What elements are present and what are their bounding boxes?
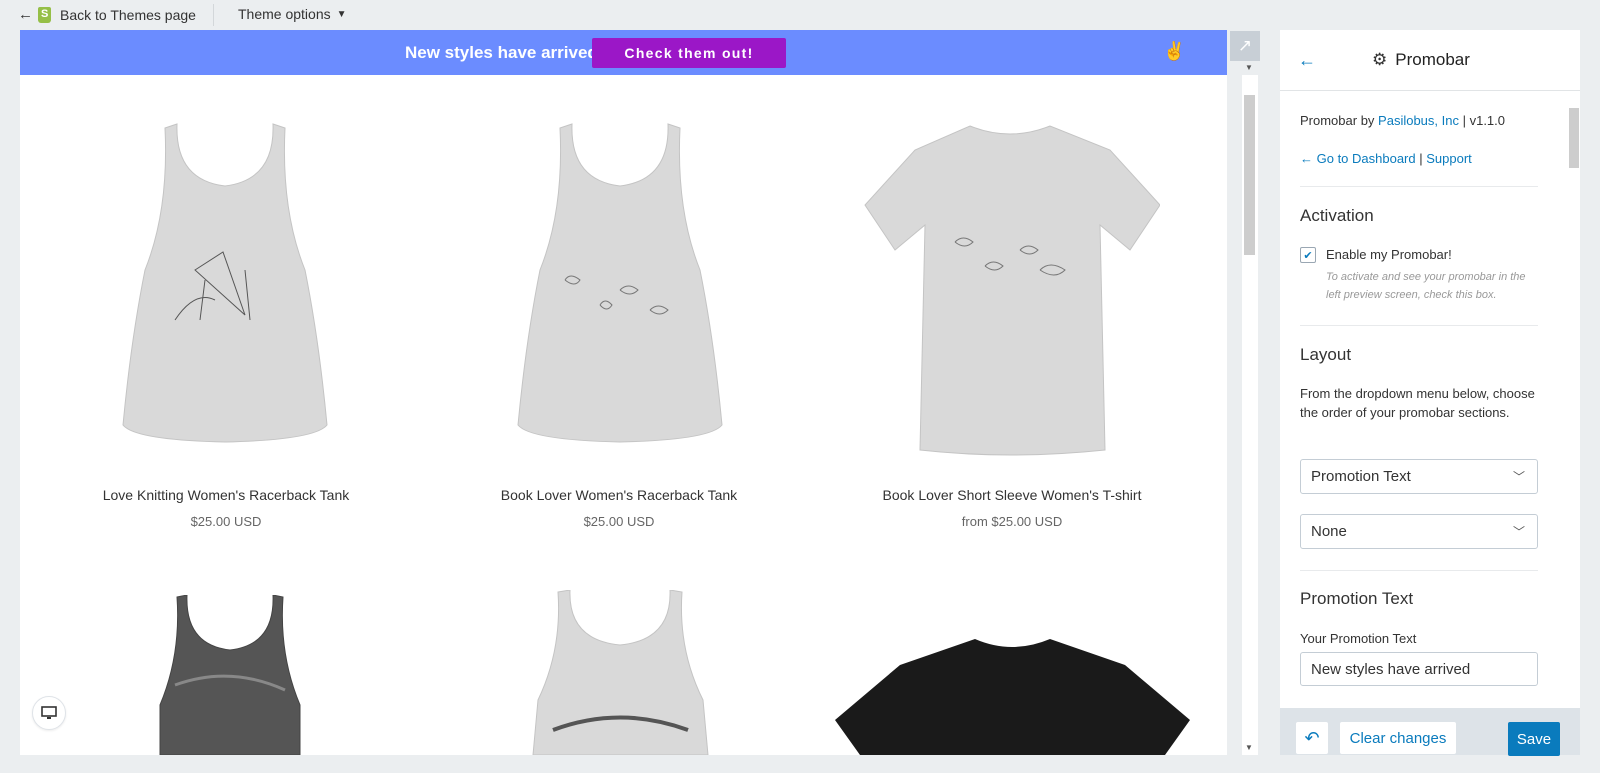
- product-price: $25.00 USD: [190, 514, 262, 529]
- promotion-text-heading: Promotion Text: [1300, 589, 1414, 608]
- divider: [1300, 186, 1538, 187]
- undo-button[interactable]: ↶: [1296, 722, 1328, 754]
- theme-options-label: Theme options: [238, 6, 331, 22]
- panel-header: ← ⚙ Promobar: [1280, 30, 1580, 91]
- checkmark-icon: ✔: [1303, 249, 1313, 262]
- select-value: Promotion Text: [1311, 468, 1411, 485]
- panel-footer: ↶ Clear changes Save: [1280, 708, 1580, 756]
- version-text: | v1.1.0: [1458, 113, 1505, 128]
- product-image[interactable]: [835, 635, 1190, 755]
- enable-promobar-checkbox[interactable]: ✔: [1300, 247, 1316, 263]
- product-title[interactable]: Book Lover Short Sleeve Women's T-shirt: [816, 487, 1208, 503]
- divider: [213, 4, 214, 26]
- app-byline: Promobar by Pasilobus, Inc | v1.1.0: [1300, 111, 1505, 130]
- product-price: from $25.00 USD: [961, 514, 1063, 529]
- product-image[interactable]: [518, 590, 723, 755]
- vendor-link[interactable]: Pasilobus, Inc: [1378, 113, 1459, 128]
- back-to-themes-link[interactable]: ← Back to Themes page: [18, 6, 196, 23]
- scroll-up-icon[interactable]: ▼: [1245, 63, 1253, 72]
- gear-icon: ⚙: [1372, 50, 1388, 69]
- product-image[interactable]: [105, 120, 345, 465]
- chevron-down-icon: ﹀: [1512, 525, 1525, 539]
- expand-arrow-icon: ↗: [1237, 36, 1253, 55]
- caret-down-icon: ▼: [336, 8, 347, 20]
- shopify-logo-icon: [38, 6, 51, 23]
- settings-panel: ← ⚙ Promobar Promobar by Pasilobus, Inc …: [1280, 30, 1580, 756]
- layout-description: From the dropdown menu below, choose the…: [1300, 386, 1535, 420]
- preview-scrollbar[interactable]: ▼ ▼: [1242, 63, 1258, 755]
- promobar-cta-button[interactable]: Check them out!: [592, 38, 786, 68]
- theme-options-menu[interactable]: Theme options ▼: [238, 6, 347, 22]
- promobar: New styles have arrived Check them out! …: [20, 30, 1227, 75]
- link-separator: |: [1415, 151, 1427, 166]
- support-link[interactable]: Support: [1426, 151, 1472, 166]
- promotion-field-label: Your Promotion Text: [1300, 631, 1417, 646]
- desktop-view-button[interactable]: [32, 696, 66, 730]
- layout-section-1-select[interactable]: Promotion Text ﹀: [1300, 459, 1538, 494]
- peace-hand-icon[interactable]: ✌: [1163, 41, 1185, 62]
- product-title[interactable]: Love Knitting Women's Racerback Tank: [30, 487, 422, 503]
- product-image[interactable]: [500, 120, 740, 465]
- panel-scrollbar[interactable]: ▼: [1568, 102, 1580, 717]
- go-to-dashboard-link[interactable]: ← Go to Dashboard: [1300, 151, 1416, 166]
- enable-promobar-label[interactable]: Enable my Promobar!: [1326, 245, 1452, 264]
- arrow-left-icon: ←: [18, 6, 33, 23]
- save-button[interactable]: Save: [1508, 722, 1560, 756]
- preview-scrollbar-thumb[interactable]: [1244, 95, 1255, 255]
- promotion-text-input[interactable]: New styles have arrived: [1300, 652, 1538, 686]
- divider: [1300, 570, 1538, 571]
- product-image[interactable]: [860, 120, 1160, 465]
- product-price: $25.00 USD: [583, 514, 655, 529]
- product-image[interactable]: [155, 595, 305, 755]
- product-title[interactable]: Book Lover Women's Racerback Tank: [423, 487, 815, 503]
- layout-section-2-select[interactable]: None ﹀: [1300, 514, 1538, 549]
- panel-scrollbar-thumb[interactable]: [1569, 108, 1579, 168]
- scroll-down-icon[interactable]: ▼: [1245, 743, 1253, 752]
- layout-heading: Layout: [1300, 345, 1352, 364]
- chevron-down-icon: ﹀: [1512, 470, 1525, 484]
- panel-title: ⚙ Promobar: [1372, 50, 1470, 70]
- desktop-icon: [41, 706, 57, 719]
- back-label: Back to Themes page: [60, 6, 196, 23]
- input-value: New styles have arrived: [1311, 660, 1471, 678]
- clear-changes-button[interactable]: Clear changes: [1340, 722, 1456, 754]
- dashboard-links: ← Go to Dashboard | Support: [1300, 149, 1472, 168]
- panel-title-text: Promobar: [1395, 50, 1470, 69]
- top-bar: ← Back to Themes page Theme options ▼: [0, 0, 1600, 30]
- promobar-text: New styles have arrived: [405, 43, 598, 62]
- store-preview: New styles have arrived Check them out! …: [20, 30, 1227, 755]
- panel-back-arrow-icon[interactable]: ←: [1298, 50, 1316, 71]
- undo-icon: ↶: [1304, 727, 1320, 748]
- byline-prefix: Promobar by: [1300, 113, 1379, 128]
- activation-note: To activate and see your promobar in the…: [1326, 271, 1526, 301]
- expand-preview-button[interactable]: ↗: [1230, 31, 1260, 61]
- select-value: None: [1311, 523, 1347, 540]
- divider: [1300, 325, 1538, 326]
- activation-heading: Activation: [1300, 206, 1374, 225]
